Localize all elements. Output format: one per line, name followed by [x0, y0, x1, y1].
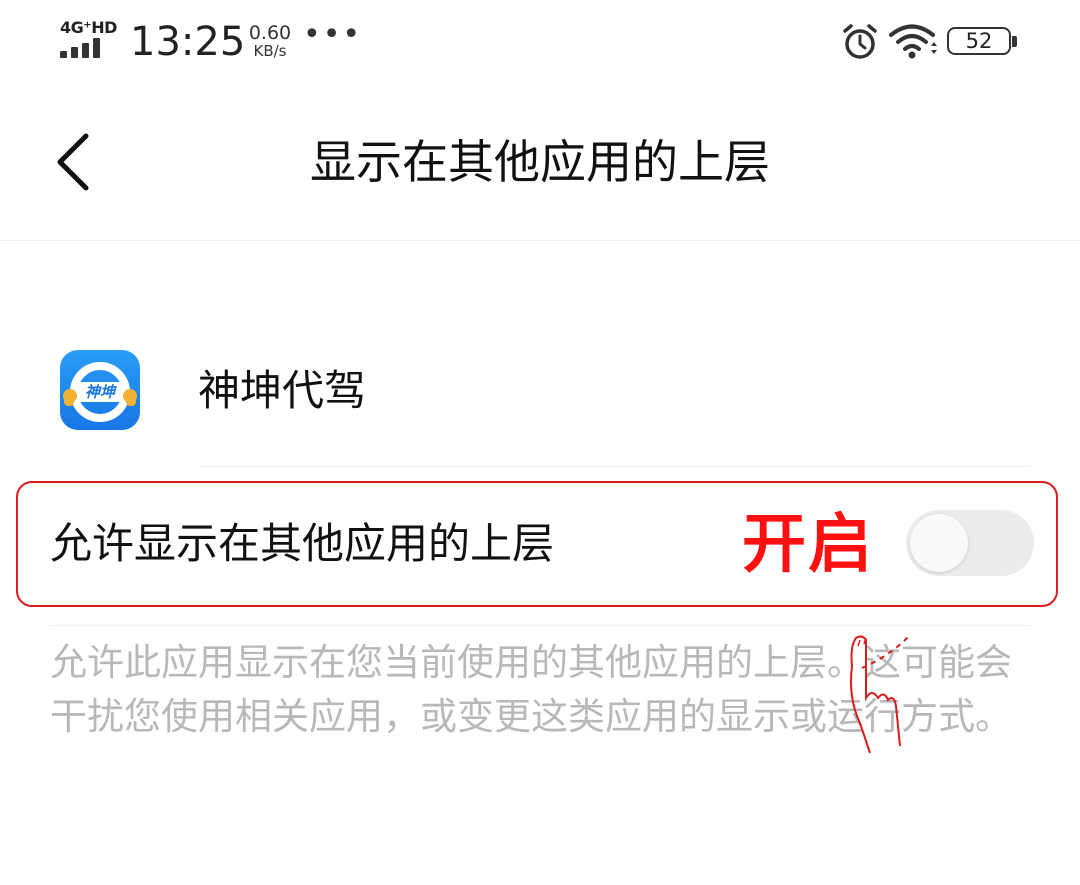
allow-overlay-label: 允许显示在其他应用的上层 — [50, 519, 555, 568]
divider — [198, 466, 1030, 467]
alarm-icon — [843, 24, 877, 59]
toggle-knob — [910, 514, 968, 572]
status-bar: 4G⁺HD 13:25 0.60 KB/s ••• 52 — [0, 0, 1080, 90]
network-speed: 0.60 KB/s — [244, 22, 296, 61]
battery-icon: 52 — [947, 27, 1019, 57]
network-type: 4G⁺HD — [60, 18, 117, 37]
allow-overlay-toggle[interactable] — [906, 510, 1034, 576]
hand-pointer-icon — [850, 633, 910, 754]
clock: 13:25 — [130, 19, 246, 65]
app-logo-icon: 神坤 — [60, 350, 140, 430]
page-title: 显示在其他应用的上层 — [310, 135, 770, 189]
speed-value: 0.60 — [248, 22, 292, 44]
app-name: 神坤代驾 — [198, 366, 367, 415]
wifi-icon — [889, 24, 937, 59]
back-button[interactable] — [50, 130, 100, 194]
battery-level: 52 — [965, 29, 993, 53]
app-bar: 显示在其他应用的上层 — [0, 90, 1080, 241]
app-logo-text: 神坤 — [84, 383, 115, 401]
more-notifications-icon: ••• — [303, 17, 363, 52]
signal-icon — [60, 38, 106, 58]
signal-indicator: 4G⁺HD — [60, 18, 117, 60]
chevron-left-icon — [57, 133, 89, 191]
speed-unit: KB/s — [253, 42, 287, 60]
